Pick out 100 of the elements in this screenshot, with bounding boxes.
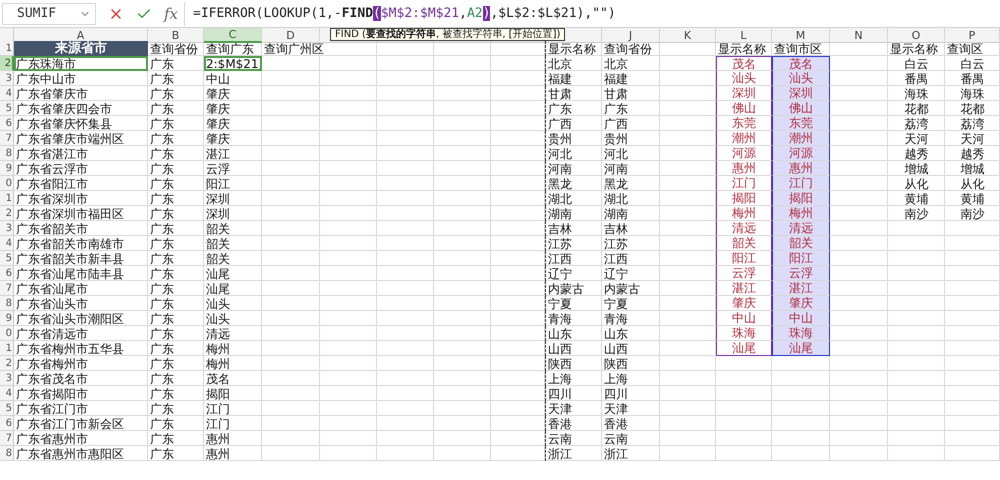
table-cell-text: 从化	[960, 176, 986, 191]
table-cell-text: 湖南	[603, 206, 629, 221]
table-cell: 广东	[545, 101, 602, 116]
table-cell: 云浮	[716, 266, 772, 281]
table-cell-text: 山西	[603, 341, 629, 356]
table-cell-text: 吉林	[603, 221, 629, 236]
table-cell-text: 广东	[149, 296, 175, 311]
table-cell: 河北	[545, 146, 602, 161]
table-cell: 香港	[545, 416, 602, 431]
table-cell-text: 广东省湛江市	[15, 146, 89, 161]
table-cell-text: 江苏	[603, 236, 629, 251]
table-cell: 河源	[772, 146, 830, 161]
table-cell-text: 广东省清远市	[15, 326, 89, 341]
table-cell-text: 广东省肇庆市	[15, 86, 89, 101]
table-cell: 浙江	[545, 446, 602, 461]
table-cell-text: 番禺	[904, 71, 930, 86]
table-cell-text: 广东省揭阳市	[15, 386, 89, 401]
table-cell-text: 广东	[149, 386, 175, 401]
table-cell-text: 广东	[149, 311, 175, 326]
table-cell: 佛山	[716, 101, 772, 116]
table-cell: 汕头	[716, 71, 772, 86]
table-cell-text: 河南	[603, 161, 629, 176]
table-cell-text: 广东省汕尾市	[15, 281, 89, 296]
table-cell-text: 清远	[205, 326, 231, 341]
table-cell-text: 香港	[603, 416, 629, 431]
table-cell: 清远	[716, 221, 772, 236]
table-cell-text: 上海	[603, 371, 629, 386]
table-cell: 韶关	[716, 236, 772, 251]
table-cell: 珠海	[772, 326, 830, 341]
column-title: 查询区	[946, 41, 984, 56]
table-cell-text: 汕头	[205, 311, 231, 326]
table-cell-text: 白云	[960, 56, 986, 71]
table-cell-text: 广东	[149, 176, 175, 191]
table-cell-text: 汕尾	[205, 266, 231, 281]
table-cell-text: 广东	[149, 401, 175, 416]
table-cell-text: 揭阳	[205, 386, 231, 401]
table-cell-text: 广东	[149, 356, 175, 371]
table-cell-text: 深圳	[205, 191, 231, 206]
table-cell-text: 广东省汕头市	[15, 296, 89, 311]
table-cell: 青海	[545, 311, 602, 326]
table-cell-text: 江门	[205, 401, 231, 416]
function-tooltip: FIND (要查找的字符串, 被查找字符串, [开始位置])	[330, 28, 566, 41]
column-title: 显示名称	[717, 41, 767, 56]
table-cell-text: 广东	[149, 161, 175, 176]
table-cell-text: 韶关	[205, 236, 231, 251]
table-cell: 天津	[545, 401, 602, 416]
table-cell-text: 广东省江门市新会区	[15, 416, 125, 431]
table-cell-text: 增城	[960, 161, 986, 176]
table-cell: 云浮	[772, 266, 830, 281]
table-cell: 江门	[716, 176, 772, 191]
table-cell-text: 广东	[149, 236, 175, 251]
table-cell-text: 甘肃	[603, 86, 629, 101]
table-cell-text: 北京	[603, 56, 629, 71]
table-cell-text: 云南	[603, 431, 629, 446]
table-cell-text: 广东	[149, 281, 175, 296]
column-title: 查询省份	[603, 42, 653, 56]
table-cell: 湛江	[716, 281, 772, 296]
table-cell-text: 深圳	[205, 206, 231, 221]
table-cell: 山西	[545, 341, 602, 356]
table-cell-text: 海珠	[904, 86, 930, 101]
table-cell-text: 增城	[904, 161, 930, 176]
table-cell-text: 肇庆	[205, 116, 231, 131]
table-cell: 珠海	[716, 326, 772, 341]
table-cell: 江门	[772, 176, 830, 191]
table-cell: 吉林	[545, 221, 602, 236]
table-cell-text: 广东	[149, 86, 175, 101]
table-cell-text: 广东	[149, 56, 175, 71]
table-cell-text: 广东省韶关市	[15, 221, 89, 236]
table-cell-text: 福建	[603, 71, 629, 86]
table-cell: 中山	[716, 311, 772, 326]
table-cell-text: 天河	[904, 131, 930, 146]
table-cell-text: 荔湾	[960, 116, 986, 131]
table-cell-text: 广东省韶关市南雄市	[15, 236, 125, 251]
table-cell-text: 中山	[205, 71, 231, 86]
table-cell: 梅州	[716, 206, 772, 221]
table-cell-text: 阳江	[205, 176, 231, 191]
table-cell-text: 广东	[149, 206, 175, 221]
table-cell-text: 广东省江门市	[15, 401, 89, 416]
table-cell-text: 广东省云浮市	[15, 161, 89, 176]
table-cell-text: 肇庆	[205, 131, 231, 146]
table-cell: 四川	[545, 386, 602, 401]
table-cell: 宁夏	[545, 296, 602, 311]
table-cell-text: 花都	[904, 101, 930, 116]
table-cell-text: 南沙	[960, 206, 986, 221]
table-cell-text: 广东省惠州市	[15, 431, 89, 446]
table-cell-text: 广东	[149, 251, 175, 266]
table-cell: 汕尾	[716, 341, 772, 356]
table-cell-text: 荔湾	[904, 116, 930, 131]
table-cell: 揭阳	[772, 191, 830, 206]
table-cell-text: 天津	[603, 401, 629, 416]
table-cell-text: 广东	[149, 191, 175, 206]
table-cell-text: 广东	[149, 431, 175, 446]
table-cell-text: 天河	[960, 131, 986, 146]
table-cell-text: 黑龙	[603, 176, 629, 191]
table-cell-text: 广东	[149, 416, 175, 431]
table-cell-text: 四川	[603, 386, 629, 401]
table-cell-text: 广东	[149, 446, 175, 461]
table-cell-text: 广东	[603, 101, 629, 116]
table-cell: 山东	[545, 326, 602, 341]
table-cell: 黑龙	[545, 176, 602, 191]
